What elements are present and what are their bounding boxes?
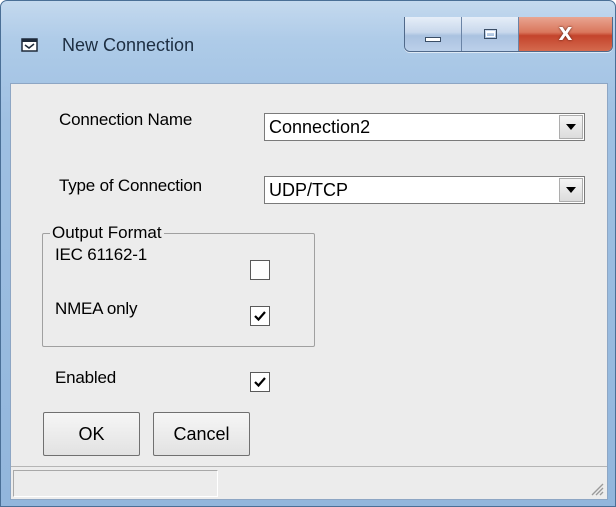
connection-type-label: Type of Connection <box>59 176 202 195</box>
dialog-window: New Connection X Connection Name Connect… <box>0 0 616 507</box>
connection-type-dropdown-button[interactable] <box>559 178 583 202</box>
status-bar-panel <box>13 470 218 497</box>
connection-name-value[interactable]: Connection2 <box>269 117 370 138</box>
output-format-legend: Output Format <box>50 223 164 243</box>
nmea-only-checkbox[interactable] <box>250 306 270 326</box>
window-title: New Connection <box>62 35 195 55</box>
chevron-down-icon <box>566 187 576 193</box>
checkmark-icon <box>254 311 266 322</box>
minimize-icon <box>425 36 441 42</box>
title-bar[interactable]: New Connection X <box>1 1 615 83</box>
connection-name-dropdown-button[interactable] <box>559 115 583 139</box>
checkmark-icon <box>254 377 266 388</box>
maximize-button[interactable] <box>462 17 519 51</box>
connection-type-value[interactable]: UDP/TCP <box>269 180 348 201</box>
nmea-only-label: NMEA only <box>55 299 138 318</box>
resize-grip-icon[interactable] <box>588 480 604 496</box>
caption-buttons: X <box>404 17 613 52</box>
chevron-down-icon <box>566 124 576 130</box>
iec-61162-checkbox[interactable] <box>250 260 270 280</box>
status-bar <box>11 466 607 499</box>
window-app-icon[interactable] <box>21 37 39 53</box>
connection-name-combobox[interactable]: Connection2 <box>264 113 585 141</box>
connection-name-label: Connection Name <box>59 110 193 129</box>
close-icon: X <box>558 23 573 45</box>
enabled-checkbox[interactable] <box>250 372 270 392</box>
enabled-label: Enabled <box>55 368 116 387</box>
minimize-button[interactable] <box>405 17 462 51</box>
maximize-icon <box>483 29 497 39</box>
ok-button[interactable]: OK <box>43 412 140 456</box>
close-button[interactable]: X <box>519 17 612 51</box>
connection-type-combobox[interactable]: UDP/TCP <box>264 176 585 204</box>
dialog-client-area: Connection Name Connection2 Type of Conn… <box>10 83 608 500</box>
cancel-button[interactable]: Cancel <box>153 412 250 456</box>
iec-61162-label: IEC 61162-1 <box>55 245 147 264</box>
